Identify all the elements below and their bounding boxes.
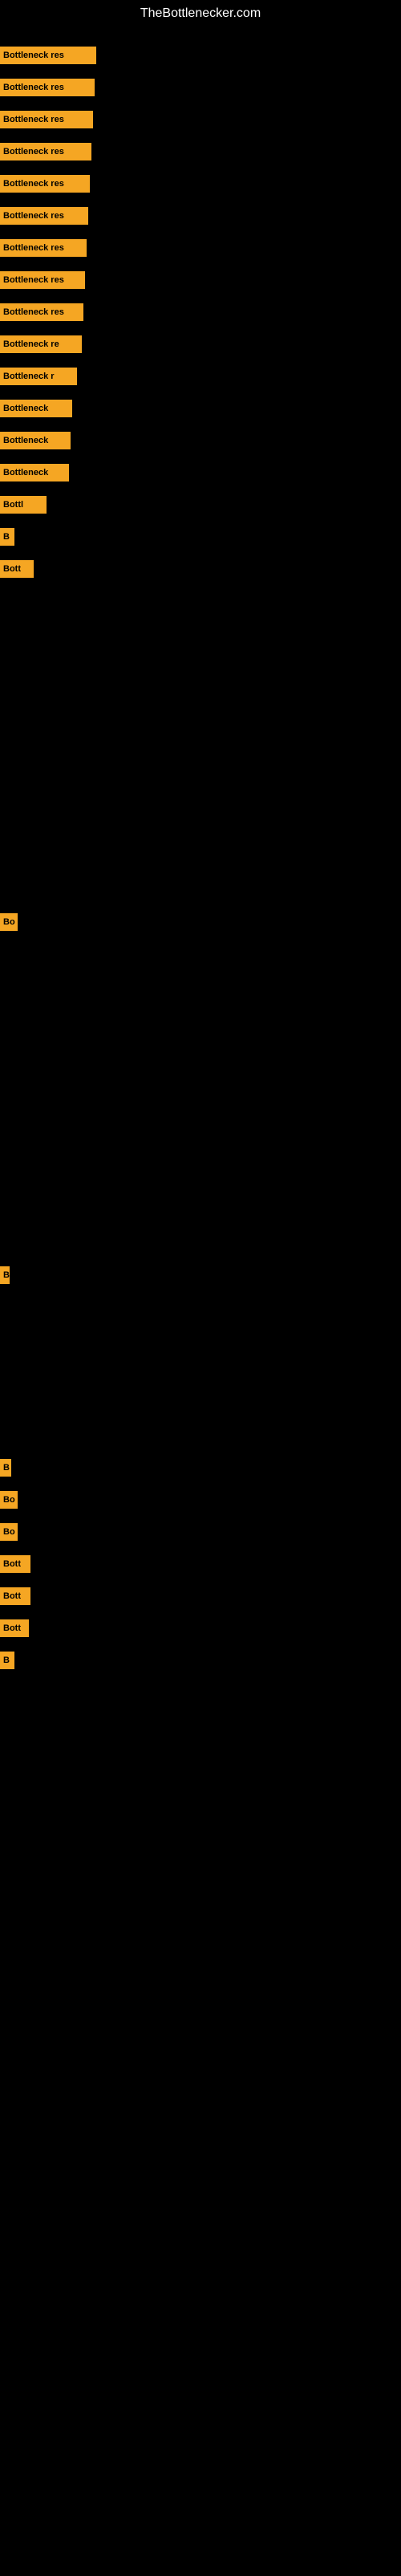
bottleneck-bar[interactable]: B	[0, 1652, 14, 1669]
bottleneck-bar[interactable]: Bottleneck res	[0, 47, 96, 64]
bottleneck-bar[interactable]: B	[0, 1459, 11, 1477]
bottleneck-bar[interactable]: Bo	[0, 1491, 18, 1509]
bottleneck-bar[interactable]: Bottleneck res	[0, 79, 95, 96]
bottleneck-bar[interactable]: Bottleneck r	[0, 368, 77, 385]
bottleneck-bar[interactable]: Bottleneck res	[0, 239, 87, 257]
bottleneck-bar[interactable]: Bott	[0, 1619, 29, 1637]
bottleneck-bar[interactable]: Bottleneck res	[0, 175, 90, 193]
bottleneck-bar[interactable]: Bottl	[0, 496, 47, 514]
bottleneck-bar[interactable]: Bottleneck re	[0, 335, 82, 353]
bottleneck-bar[interactable]: B	[0, 528, 14, 546]
bottleneck-bar[interactable]: Bottleneck	[0, 400, 72, 417]
site-title: TheBottlenecker.com	[0, 0, 401, 24]
bottleneck-bar[interactable]: B	[0, 1266, 10, 1284]
bottleneck-bar[interactable]: Bott	[0, 1555, 30, 1573]
bottleneck-bar[interactable]: Bottleneck res	[0, 111, 93, 128]
bottleneck-bar[interactable]: Bott	[0, 560, 34, 578]
bottleneck-bar[interactable]: Bo	[0, 913, 18, 931]
bottleneck-bar[interactable]: Bottleneck res	[0, 271, 85, 289]
bottleneck-bar[interactable]: Bottleneck	[0, 432, 71, 449]
bottleneck-bar[interactable]: Bottleneck res	[0, 207, 88, 225]
bottleneck-bar[interactable]: Bottleneck res	[0, 303, 83, 321]
bottleneck-bar[interactable]: Bottleneck res	[0, 143, 91, 160]
bottleneck-bar[interactable]: Bott	[0, 1587, 30, 1605]
bottleneck-bar[interactable]: Bo	[0, 1523, 18, 1541]
bottleneck-bar[interactable]: Bottleneck	[0, 464, 69, 481]
